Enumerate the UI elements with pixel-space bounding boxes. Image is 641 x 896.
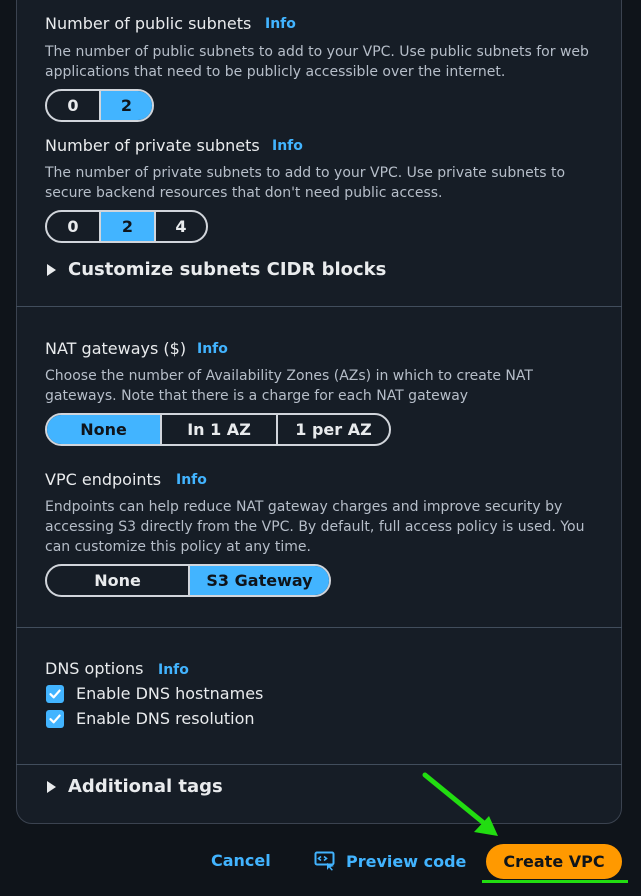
checkmark-icon	[46, 709, 64, 728]
vpc-endpoints-label: VPC endpoints	[45, 470, 162, 489]
nat-option-1-per-az[interactable]: 1 per AZ	[278, 415, 389, 444]
nat-option-none[interactable]: None	[47, 415, 162, 444]
nat-gateways-label: NAT gateways ($)	[45, 339, 187, 358]
additional-tags-expander[interactable]: Additional tags	[47, 776, 223, 797]
private-subnets-option-2[interactable]: 2	[101, 212, 156, 241]
vpc-endpoints-description: Endpoints can help reduce NAT gateway ch…	[45, 499, 585, 555]
private-subnets-description: The number of private subnets to add to …	[45, 165, 566, 201]
section-divider	[16, 306, 622, 307]
public-subnets-option-0[interactable]: 0	[47, 91, 101, 120]
public-subnets-description: The number of public subnets to add to y…	[45, 44, 589, 80]
private-subnets-label: Number of private subnets	[45, 136, 260, 155]
caret-right-icon	[47, 780, 56, 793]
public-subnets-selector: 0 2	[45, 89, 154, 122]
dns-hostnames-checkbox[interactable]: Enable DNS hostnames	[46, 684, 263, 703]
additional-tags-label: Additional tags	[68, 776, 223, 797]
nat-option-in-1-az[interactable]: In 1 AZ	[162, 415, 278, 444]
preview-code-icon	[314, 851, 336, 871]
annotation-underline	[482, 880, 628, 883]
cancel-button[interactable]: Cancel	[211, 851, 271, 870]
dns-options-info-link[interactable]: Info	[158, 662, 189, 678]
public-subnets-option-2[interactable]: 2	[101, 91, 152, 120]
nat-gateways-description: Choose the number of Availability Zones …	[45, 368, 533, 404]
dns-resolution-checkbox[interactable]: Enable DNS resolution	[46, 709, 255, 728]
private-subnets-option-4[interactable]: 4	[156, 212, 206, 241]
public-subnets-info-link[interactable]: Info	[265, 16, 296, 32]
private-subnets-selector: 0 2 4	[45, 210, 208, 243]
dns-options-label: DNS options	[45, 659, 144, 678]
vpc-endpoints-info-link[interactable]: Info	[176, 472, 207, 488]
customize-cidr-label: Customize subnets CIDR blocks	[68, 259, 387, 280]
checkmark-icon	[46, 684, 64, 703]
private-subnets-info-link[interactable]: Info	[272, 138, 303, 154]
endpoint-option-s3-gateway[interactable]: S3 Gateway	[190, 566, 329, 595]
create-vpc-button[interactable]: Create VPC	[486, 844, 622, 879]
endpoint-option-none[interactable]: None	[47, 566, 190, 595]
public-subnets-label: Number of public subnets	[45, 14, 252, 33]
annotation-arrow-icon	[422, 772, 498, 836]
section-divider	[16, 627, 622, 628]
nat-gateways-selector: None In 1 AZ 1 per AZ	[45, 413, 391, 446]
private-subnets-option-0[interactable]: 0	[47, 212, 101, 241]
vpc-endpoints-selector: None S3 Gateway	[45, 564, 331, 597]
nat-gateways-info-link[interactable]: Info	[197, 341, 228, 357]
customize-cidr-expander[interactable]: Customize subnets CIDR blocks	[47, 259, 386, 280]
caret-right-icon	[47, 263, 56, 276]
section-divider	[16, 764, 622, 765]
dns-resolution-label: Enable DNS resolution	[76, 709, 255, 728]
dns-hostnames-label: Enable DNS hostnames	[76, 684, 264, 703]
preview-code-button[interactable]: Preview code	[314, 851, 466, 871]
preview-code-label: Preview code	[346, 851, 467, 871]
